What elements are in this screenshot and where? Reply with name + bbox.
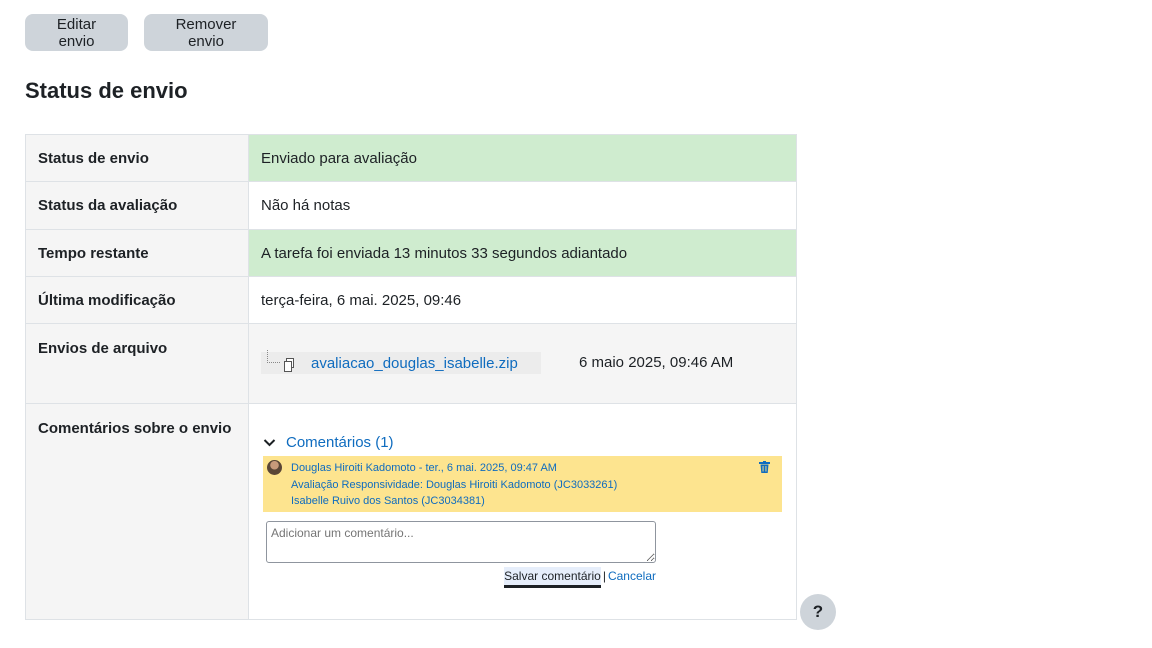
submission-status-value: Enviado para avaliação xyxy=(248,134,797,182)
row-label-last-modified: Última modificação xyxy=(25,276,249,324)
edit-submission-button[interactable]: Editar envio xyxy=(25,14,128,51)
comments-cell: Comentários (1) Douglas Hiroiti Kadomoto… xyxy=(248,403,797,620)
file-icon xyxy=(284,358,294,372)
table-row: Tempo restante A tarefa foi enviada 13 m… xyxy=(25,229,797,277)
comment-entry: Douglas Hiroiti Kadomoto - ter., 6 mai. … xyxy=(263,456,782,512)
table-row: Comentários sobre o envio Comentários (1… xyxy=(25,403,797,620)
comments-toggle[interactable]: Comentários (1) xyxy=(263,434,784,451)
table-row: Envios de arquivo avaliacao_douglas_isab… xyxy=(25,323,797,404)
table-row: Status de envio Enviado para avaliação xyxy=(25,134,797,182)
table-row: Última modificação terça-feira, 6 mai. 2… xyxy=(25,276,797,324)
submission-status-table: Status de envio Enviado para avaliação S… xyxy=(25,134,797,620)
remove-submission-button[interactable]: Remover envio xyxy=(144,14,268,51)
file-submissions-cell: avaliacao_douglas_isabelle.zip 6 maio 20… xyxy=(248,323,797,404)
comment-input[interactable] xyxy=(266,521,656,563)
file-entry: avaliacao_douglas_isabelle.zip xyxy=(261,350,541,374)
row-label-grading-status: Status da avaliação xyxy=(25,181,249,230)
comment-header: Douglas Hiroiti Kadomoto - ter., 6 mai. … xyxy=(291,462,557,474)
table-row: Status da avaliação Não há notas xyxy=(25,181,797,230)
cancel-comment-link[interactable]: Cancelar xyxy=(608,569,656,583)
comment-actions: Salvar comentário | Cancelar xyxy=(261,567,656,588)
comment-text-line: Avaliação Responsividade: Douglas Hiroit… xyxy=(291,478,618,491)
comments-toggle-label: Comentários (1) xyxy=(286,434,394,451)
chevron-down-icon xyxy=(263,439,276,447)
row-label-submission-status: Status de envio xyxy=(25,134,249,182)
trash-icon[interactable] xyxy=(759,461,770,473)
avatar xyxy=(267,460,282,475)
last-modified-value: terça-feira, 6 mai. 2025, 09:46 xyxy=(248,276,797,324)
tree-connector xyxy=(267,350,280,363)
comment-text-line: Isabelle Ruivo dos Santos (JC3034381) xyxy=(291,495,485,507)
save-comment-link[interactable]: Salvar comentário xyxy=(504,567,601,588)
time-remaining-value: A tarefa foi enviada 13 minutos 33 segun… xyxy=(248,229,797,277)
row-label-time-remaining: Tempo restante xyxy=(25,229,249,277)
file-date: 6 maio 2025, 09:46 AM xyxy=(579,354,734,371)
page-title: Status de envio xyxy=(25,78,188,103)
row-label-file-submissions: Envios de arquivo xyxy=(25,323,249,404)
separator: | xyxy=(602,569,606,583)
row-label-comments: Comentários sobre o envio xyxy=(25,403,249,620)
file-tree: avaliacao_douglas_isabelle.zip 6 maio 20… xyxy=(261,350,784,374)
file-download-link[interactable]: avaliacao_douglas_isabelle.zip xyxy=(311,355,518,372)
help-button[interactable]: ? xyxy=(800,594,836,630)
grading-status-value: Não há notas xyxy=(248,181,797,230)
